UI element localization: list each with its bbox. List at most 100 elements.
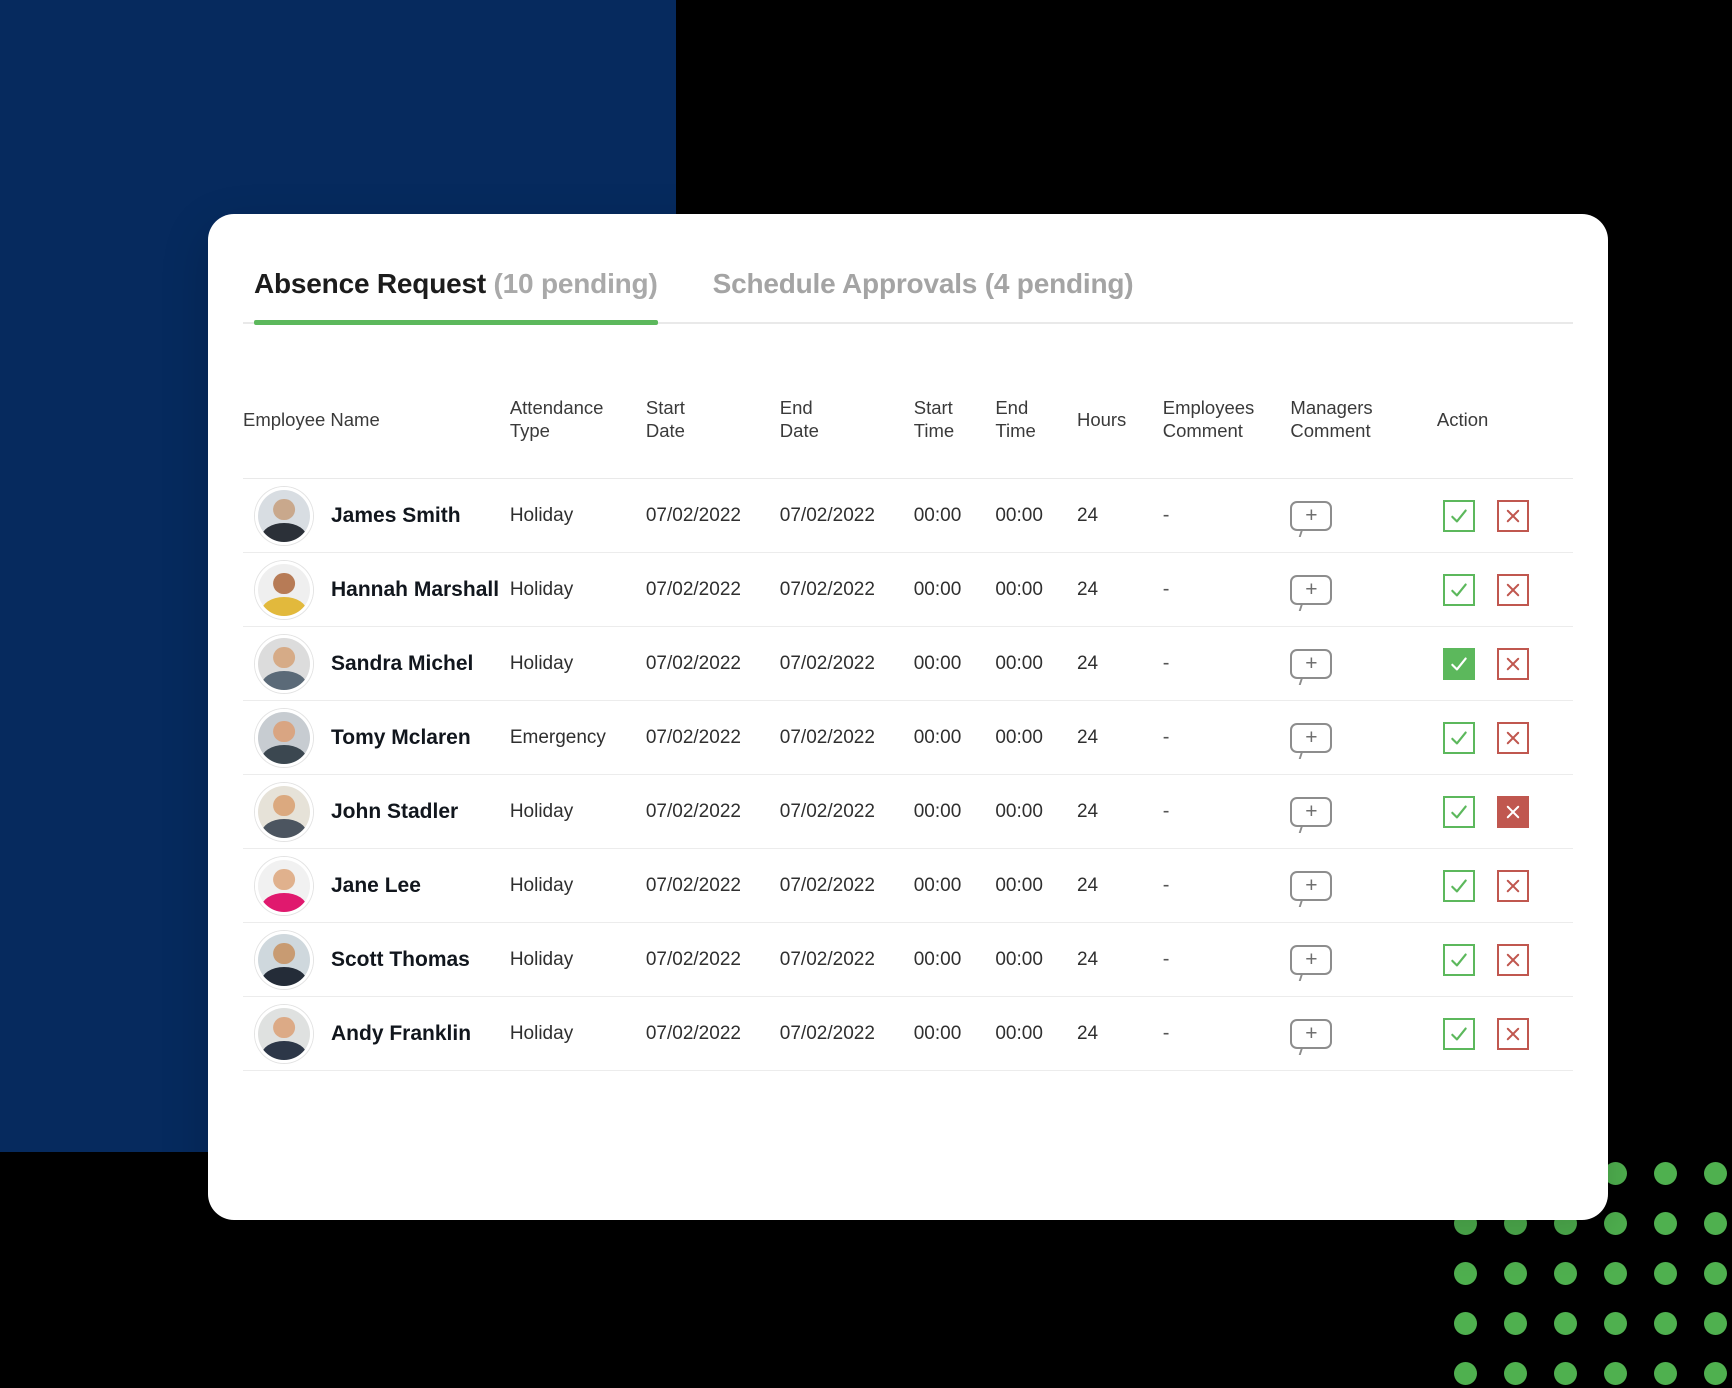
- cell-end-date: 07/02/2022: [779, 578, 875, 600]
- cell-employees-comment: -: [1162, 504, 1170, 527]
- column-header-start-date: Start Date: [645, 397, 685, 442]
- comment-add-icon[interactable]: +: [1290, 1018, 1333, 1049]
- cell-hours: 24: [1076, 948, 1099, 970]
- reject-button[interactable]: [1496, 721, 1529, 754]
- cell-hours: 24: [1076, 578, 1099, 600]
- decorative-dot: [1703, 1261, 1727, 1285]
- cell-action: [1437, 997, 1573, 1071]
- cell-managers-comment: +: [1290, 479, 1436, 553]
- cell-action: [1437, 627, 1573, 701]
- column-header-end-time: End Time: [995, 397, 1036, 442]
- table-row: Jane Lee Holiday 07/02/2022 07/02/2022 00:00…: [243, 849, 1573, 923]
- employee-name: Scott Thomas: [331, 947, 470, 971]
- tab-bar: Absence Request (10 pending) Schedule App…: [243, 214, 1573, 325]
- decorative-dot: [1603, 1261, 1627, 1285]
- employee-name: Hannah Marshall: [331, 577, 500, 601]
- decorative-dot: [1553, 1311, 1577, 1335]
- plus-glyph: +: [1305, 800, 1318, 824]
- column-header-start-time: Start Time: [913, 397, 955, 442]
- reject-button[interactable]: [1496, 943, 1529, 976]
- cell-hours: 24: [1076, 726, 1099, 748]
- cell-employees-comment: -: [1162, 948, 1170, 971]
- approve-button[interactable]: [1442, 795, 1475, 828]
- employee-name: John Stadler: [331, 799, 459, 823]
- avatar: [255, 560, 313, 619]
- cell-attendance-type: Holiday: [509, 578, 574, 600]
- decorative-dot: [1603, 1361, 1627, 1385]
- cell-start-date: 07/02/2022: [645, 504, 741, 526]
- tab-absence-request[interactable]: Absence Request (10 pending): [254, 268, 658, 325]
- reject-button[interactable]: [1496, 795, 1529, 828]
- approve-button[interactable]: [1442, 573, 1475, 606]
- employee-name: James Smith: [331, 503, 461, 527]
- approve-button[interactable]: [1442, 647, 1475, 680]
- cell-employee: John Stadler: [243, 775, 510, 849]
- approve-button[interactable]: [1442, 869, 1475, 902]
- cell-end-time: 00:00: [995, 726, 1043, 748]
- comment-add-icon[interactable]: +: [1290, 870, 1333, 901]
- cell-end-time: 00:00: [995, 504, 1043, 526]
- comment-add-icon[interactable]: +: [1290, 500, 1333, 531]
- decorative-dot: [1503, 1261, 1527, 1285]
- approve-button[interactable]: [1442, 943, 1475, 976]
- cell-start-date: 07/02/2022: [645, 578, 741, 600]
- decorative-dot: [1453, 1311, 1477, 1335]
- decorative-dot: [1653, 1361, 1677, 1385]
- cell-start-time: 00:00: [913, 504, 962, 526]
- cell-end-date: 07/02/2022: [779, 504, 875, 526]
- tab-pending-count: (4 pending): [977, 268, 1134, 299]
- decorative-dot: [1703, 1161, 1727, 1185]
- cell-employee: Jane Lee: [243, 849, 510, 923]
- cell-start-time: 00:00: [913, 726, 962, 748]
- avatar: [255, 782, 313, 841]
- reject-button[interactable]: [1496, 647, 1529, 680]
- tab-schedule-approvals[interactable]: Schedule Approvals (4 pending): [713, 268, 1134, 322]
- table-row: John Stadler Holiday 07/02/2022 07/02/2022 0…: [243, 775, 1573, 849]
- reject-button[interactable]: [1496, 869, 1529, 902]
- cell-start-time: 00:00: [913, 578, 962, 600]
- employee-name: Sandra Michel: [331, 651, 474, 675]
- column-header-attendance-type: Attendance Type: [509, 397, 604, 442]
- cell-start-date: 07/02/2022: [645, 874, 741, 896]
- approve-button[interactable]: [1442, 721, 1475, 754]
- cell-action: [1437, 553, 1573, 627]
- comment-add-icon[interactable]: +: [1290, 648, 1333, 679]
- cell-end-time: 00:00: [995, 874, 1043, 896]
- cell-managers-comment: +: [1290, 849, 1436, 923]
- cell-employee: Tomy Mclaren: [243, 701, 510, 775]
- comment-add-icon[interactable]: +: [1290, 574, 1333, 605]
- cell-end-date: 07/02/2022: [779, 874, 875, 896]
- cell-managers-comment: +: [1290, 553, 1436, 627]
- comment-add-icon[interactable]: +: [1290, 796, 1333, 827]
- cell-employee: Hannah Marshall: [243, 553, 510, 627]
- reject-button[interactable]: [1496, 1017, 1529, 1050]
- cell-managers-comment: +: [1290, 923, 1436, 997]
- table-row: Andy Franklin Holiday 07/02/2022 07/02/2022…: [243, 997, 1573, 1071]
- cell-end-time: 00:00: [995, 948, 1043, 970]
- decorative-dot: [1653, 1261, 1677, 1285]
- cell-action: [1437, 849, 1573, 923]
- comment-add-icon[interactable]: +: [1290, 944, 1333, 975]
- approve-button[interactable]: [1442, 1017, 1475, 1050]
- reject-button[interactable]: [1496, 573, 1529, 606]
- decorative-dot: [1503, 1361, 1527, 1385]
- cell-employees-comment: -: [1162, 578, 1170, 601]
- avatar: [255, 1004, 313, 1063]
- cell-employee: Andy Franklin: [243, 997, 510, 1071]
- cell-start-time: 00:00: [913, 948, 962, 970]
- employee-name: Andy Franklin: [331, 1021, 472, 1045]
- column-header-action: Action: [1436, 408, 1489, 430]
- approve-button[interactable]: [1442, 499, 1475, 532]
- cell-attendance-type: Holiday: [509, 504, 574, 526]
- plus-glyph: +: [1305, 948, 1318, 972]
- table-body: James Smith Holiday 07/02/2022 07/02/2022 00…: [243, 479, 1573, 1071]
- employee-name: Tomy Mclaren: [331, 725, 471, 749]
- tab-pending-count: (10 pending): [485, 268, 658, 299]
- avatar: [255, 634, 313, 693]
- reject-button[interactable]: [1496, 499, 1529, 532]
- cell-attendance-type: Holiday: [509, 652, 574, 674]
- comment-add-icon[interactable]: +: [1290, 722, 1333, 753]
- avatar: [255, 930, 313, 989]
- table-row: Scott Thomas Holiday 07/02/2022 07/02/2022 0…: [243, 923, 1573, 997]
- cell-start-time: 00:00: [913, 652, 962, 674]
